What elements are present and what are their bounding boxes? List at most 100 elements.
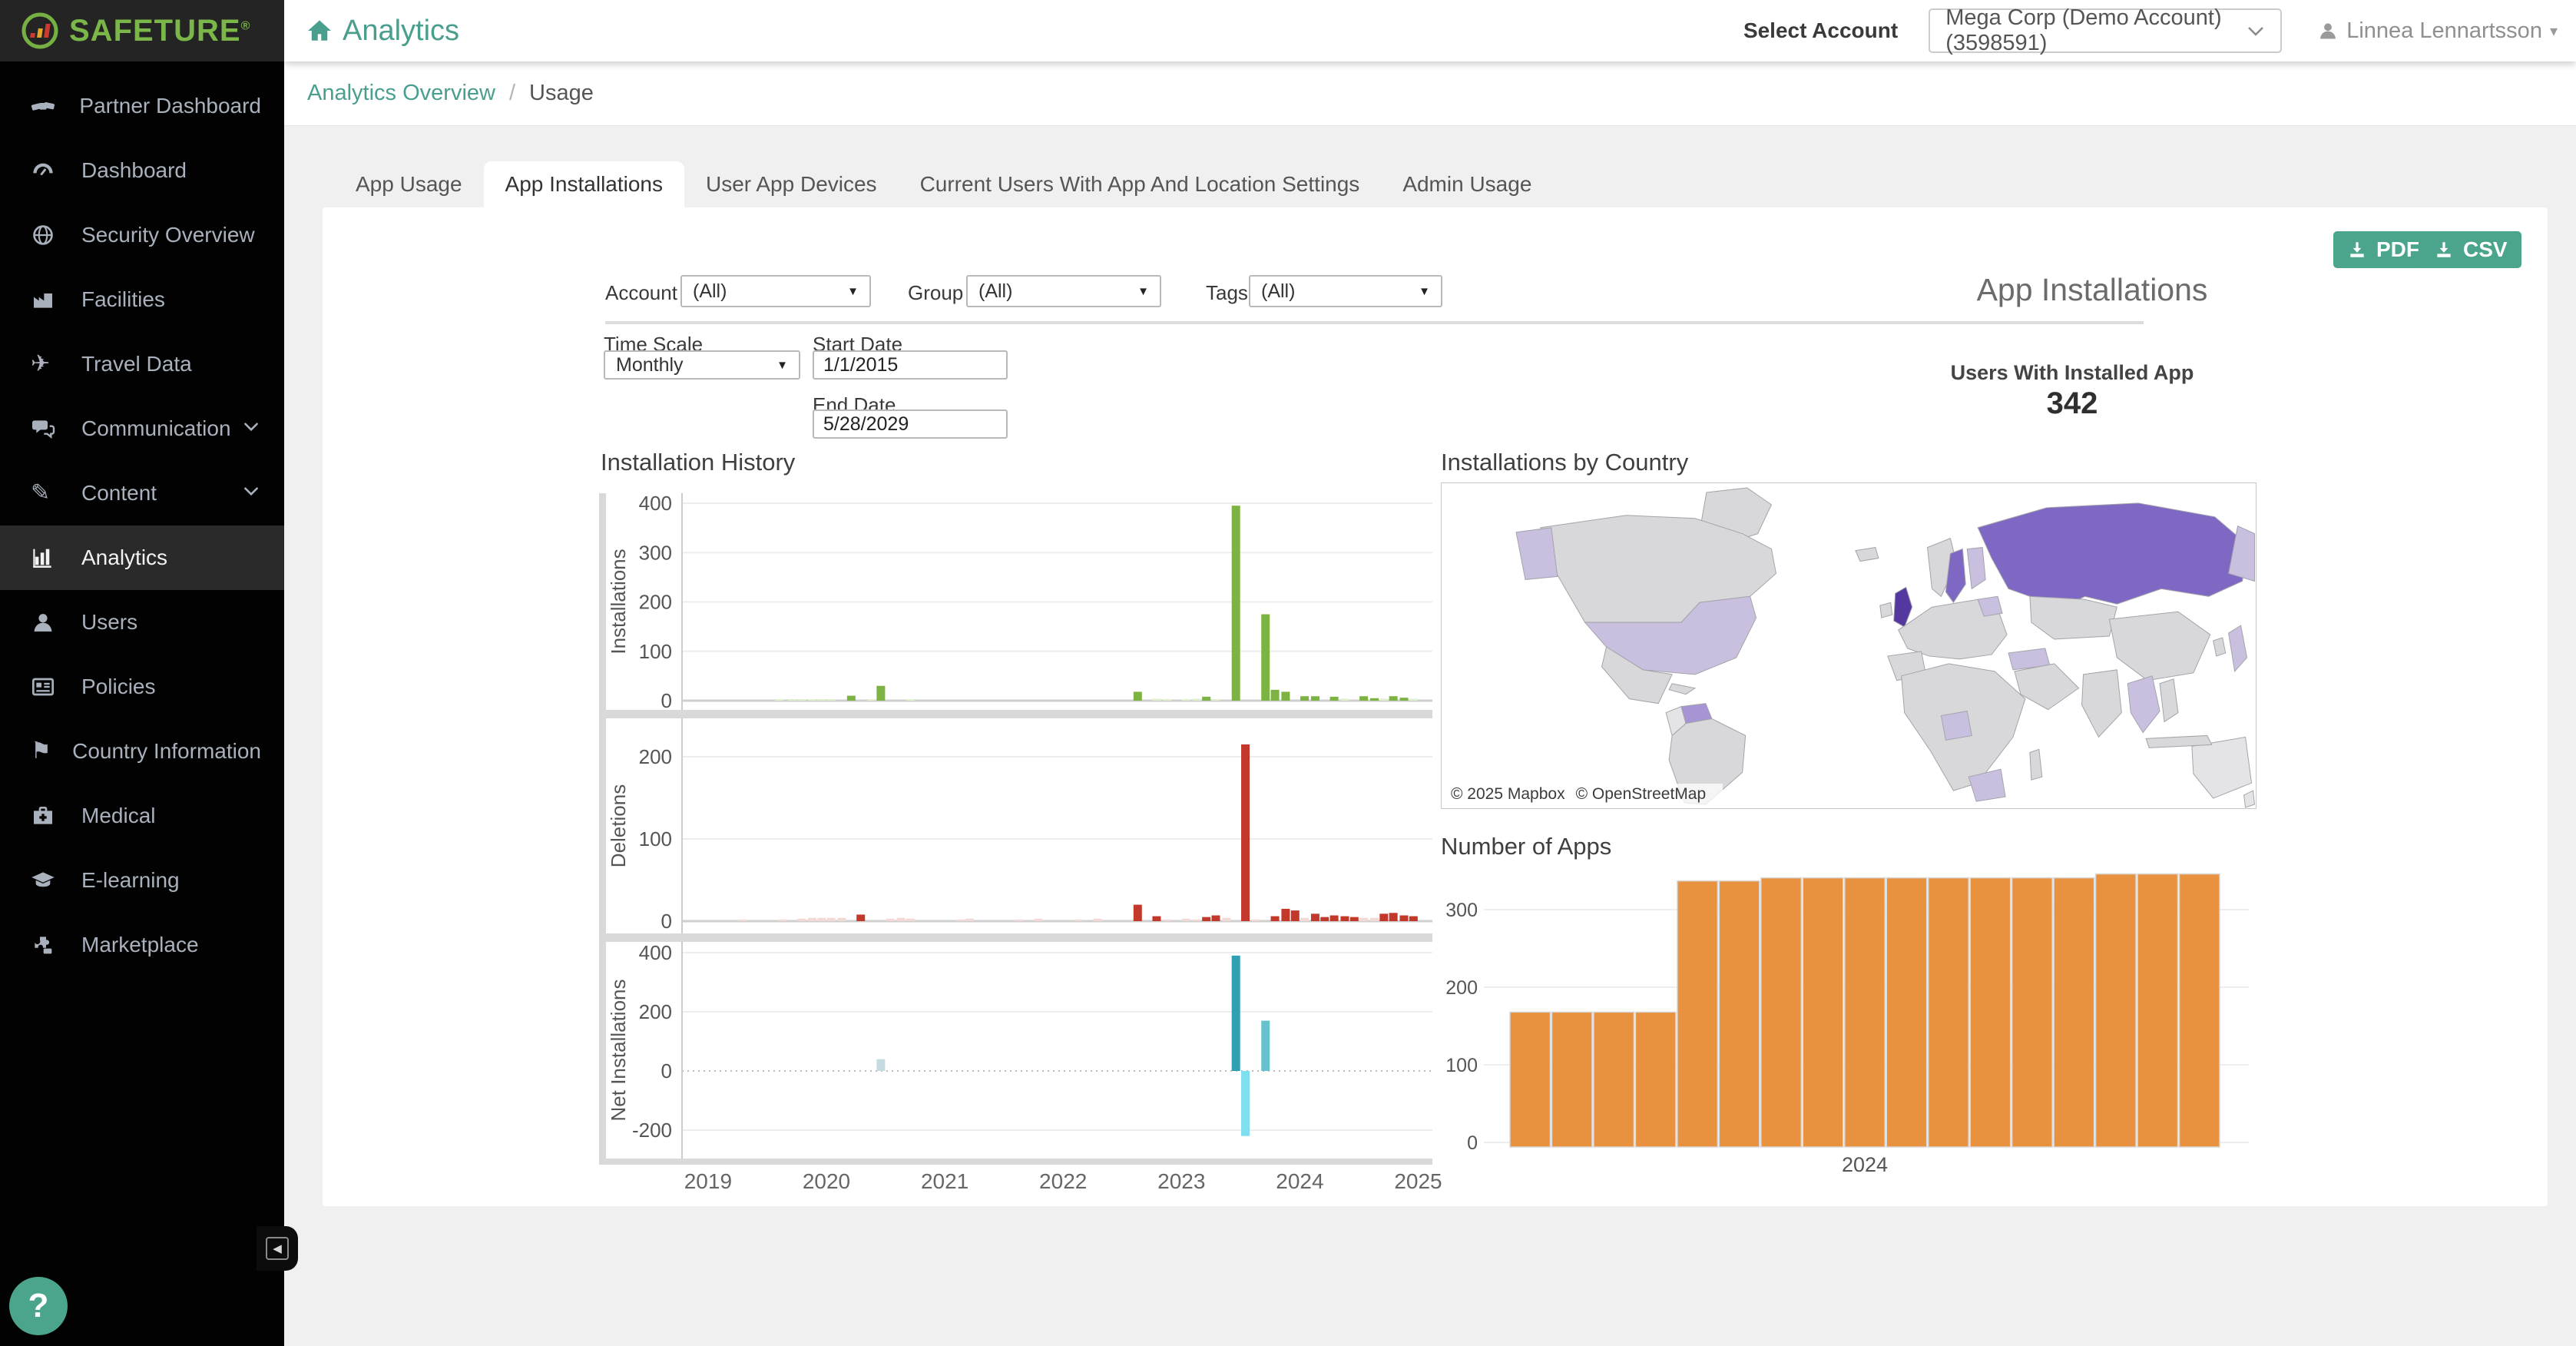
sidebar-item-label: Medical <box>81 804 155 828</box>
sidebar-item-content[interactable]: ✎Content <box>0 461 284 525</box>
sidebar-item-facilities[interactable]: Facilities <box>0 267 284 332</box>
country-australia <box>2192 737 2252 798</box>
country-madagascar <box>2030 749 2042 780</box>
svg-text:Installations: Installations <box>607 549 630 654</box>
export-csv-button[interactable]: CSV <box>2420 231 2521 268</box>
tab-user-app-devices[interactable]: User App Devices <box>684 161 899 207</box>
sidebar-item-label: Policies <box>81 675 155 699</box>
medical-icon <box>31 803 65 829</box>
account-filter-select[interactable]: (All)▼ <box>680 275 871 307</box>
x-axis-year-labels: 2019202020212022202320242025 <box>599 1165 1432 1195</box>
x-tick-label: 2023 <box>1151 1169 1212 1194</box>
sidebar-item-label: Communication <box>81 416 231 441</box>
tab-bar: App UsageApp InstallationsUser App Devic… <box>334 161 1553 207</box>
installation-history-chart: 0100200300400Installations0100200Deletio… <box>599 493 1432 1195</box>
topbar: Analytics Select Account Mega Corp (Demo… <box>284 0 2576 61</box>
country-alaska <box>1516 528 1558 580</box>
account-filter-label: Account <box>605 281 677 305</box>
user-icon <box>31 609 65 635</box>
sidebar-item-label: Dashboard <box>81 158 187 183</box>
svg-text:200: 200 <box>639 745 672 768</box>
chevron-down-icon <box>241 481 261 506</box>
metric-label: Users With Installed App <box>1919 361 2226 385</box>
time-scale-select[interactable]: Monthly▼ <box>604 350 800 380</box>
factory-icon <box>31 287 65 313</box>
svg-text:200: 200 <box>639 1000 672 1023</box>
export-pdf-button[interactable]: PDF <box>2333 231 2433 268</box>
map-attribution: © 2025 Mapbox© OpenStreetMap <box>1445 784 1723 805</box>
sidebar-item-analytics[interactable]: Analytics <box>0 525 284 590</box>
dashboard-icon <box>31 157 65 184</box>
country-new-zealand <box>2244 791 2255 807</box>
svg-text:200: 200 <box>1445 977 1478 999</box>
sidebar-item-security-overview[interactable]: Security Overview <box>0 203 284 267</box>
tags-filter-label: Tags <box>1206 281 1248 305</box>
country-finland <box>1967 548 1985 589</box>
edit-icon: ✎ <box>31 480 65 506</box>
x-tick-label: 2025 <box>1388 1169 1449 1194</box>
sidebar-nav: Partner Dashboard Dashboard Security Overv… <box>0 74 284 977</box>
svg-text:100: 100 <box>639 827 672 850</box>
registered-mark: ® <box>241 19 251 32</box>
svg-text:Net Installations: Net Installations <box>607 980 630 1122</box>
sidebar-item-travel-data[interactable]: ✈Travel Data <box>0 332 284 396</box>
sidebar-item-medical[interactable]: Medical <box>0 784 284 848</box>
svg-text:200: 200 <box>639 591 672 614</box>
tags-filter-select[interactable]: (All)▼ <box>1249 275 1442 307</box>
country-korea <box>2213 638 2226 656</box>
tab-app-installations[interactable]: App Installations <box>484 161 684 207</box>
country-japan <box>2229 625 2247 671</box>
sidebar-item-label: Country Information <box>72 739 261 764</box>
end-date-input[interactable]: 5/28/2029 <box>813 409 1008 439</box>
tab-current-users-with-app-and-location-settings[interactable]: Current Users With App And Location Sett… <box>899 161 1382 207</box>
sidebar-item-country-information[interactable]: ⚑ Country Information <box>0 719 284 784</box>
flag-icon: ⚑ <box>31 738 55 764</box>
country-central-asia <box>2030 596 2117 639</box>
sidebar-item-label: E-learning <box>81 868 180 893</box>
breadcrumb-separator: / <box>509 81 515 106</box>
brand-logo[interactable]: SAFETURE® <box>0 0 284 61</box>
installations-by-country-map[interactable]: © 2025 Mapbox© OpenStreetMap <box>1441 482 2256 809</box>
report-title: App Installations <box>1939 272 2246 308</box>
sidebar-item-communication[interactable]: Communication <box>0 396 284 461</box>
sidebar-item-label: Analytics <box>81 545 167 570</box>
sidebar-item-e-learning[interactable]: E-learning <box>0 848 284 913</box>
sidebar-collapse-button[interactable]: ◀ <box>257 1226 298 1271</box>
sidebar-item-users[interactable]: Users <box>0 590 284 655</box>
select-arrow-icon: ▼ <box>847 285 859 298</box>
sidebar-item-marketplace[interactable]: Marketplace <box>0 913 284 977</box>
breadcrumb-link-analytics-overview[interactable]: Analytics Overview <box>307 81 495 106</box>
caret-down-icon: ▾ <box>2550 22 2558 41</box>
svg-text:0: 0 <box>1467 1132 1478 1154</box>
svg-text:0: 0 <box>661 1059 672 1082</box>
x-tick-label: 2020 <box>796 1169 857 1194</box>
tab-admin-usage[interactable]: Admin Usage <box>1381 161 1553 207</box>
svg-text:Deletions: Deletions <box>607 784 630 867</box>
start-date-input[interactable]: 1/1/2015 <box>813 350 1008 380</box>
sidebar-item-dashboard[interactable]: Dashboard <box>0 138 284 203</box>
installations-by-country-title: Installations by Country <box>1441 449 1688 476</box>
sidebar-item-label: Security Overview <box>81 223 255 247</box>
sidebar-item-label: Users <box>81 610 137 635</box>
sidebar-item-partner-dashboard[interactable]: Partner Dashboard <box>0 74 284 138</box>
brand-name: SAFETURE® <box>69 14 250 48</box>
globe-icon <box>31 222 65 248</box>
country-united-kingdom <box>1894 587 1912 627</box>
svg-text:300: 300 <box>639 541 672 564</box>
breadcrumb-current: Usage <box>529 81 594 106</box>
sidebar-item-policies[interactable]: Policies <box>0 655 284 719</box>
svg-text:100: 100 <box>639 640 672 663</box>
help-button[interactable]: ? <box>9 1277 68 1335</box>
country-china <box>2109 612 2210 681</box>
account-selector[interactable]: Mega Corp (Demo Account) (3598591) <box>1929 8 2282 53</box>
user-icon <box>2317 20 2339 41</box>
svg-text:0: 0 <box>661 910 672 933</box>
tab-app-usage[interactable]: App Usage <box>334 161 484 207</box>
osm-attribution: © OpenStreetMap <box>1576 785 1707 803</box>
user-menu[interactable]: Linnea Lennartsson ▾ <box>2317 18 2558 44</box>
page-title: Analytics <box>306 15 459 48</box>
history-subplot-installations: 0100200300400Installations <box>599 493 1432 710</box>
sidebar-item-label: Partner Dashboard <box>79 94 261 118</box>
download-icon <box>2434 240 2454 260</box>
group-filter-select[interactable]: (All)▼ <box>966 275 1161 307</box>
